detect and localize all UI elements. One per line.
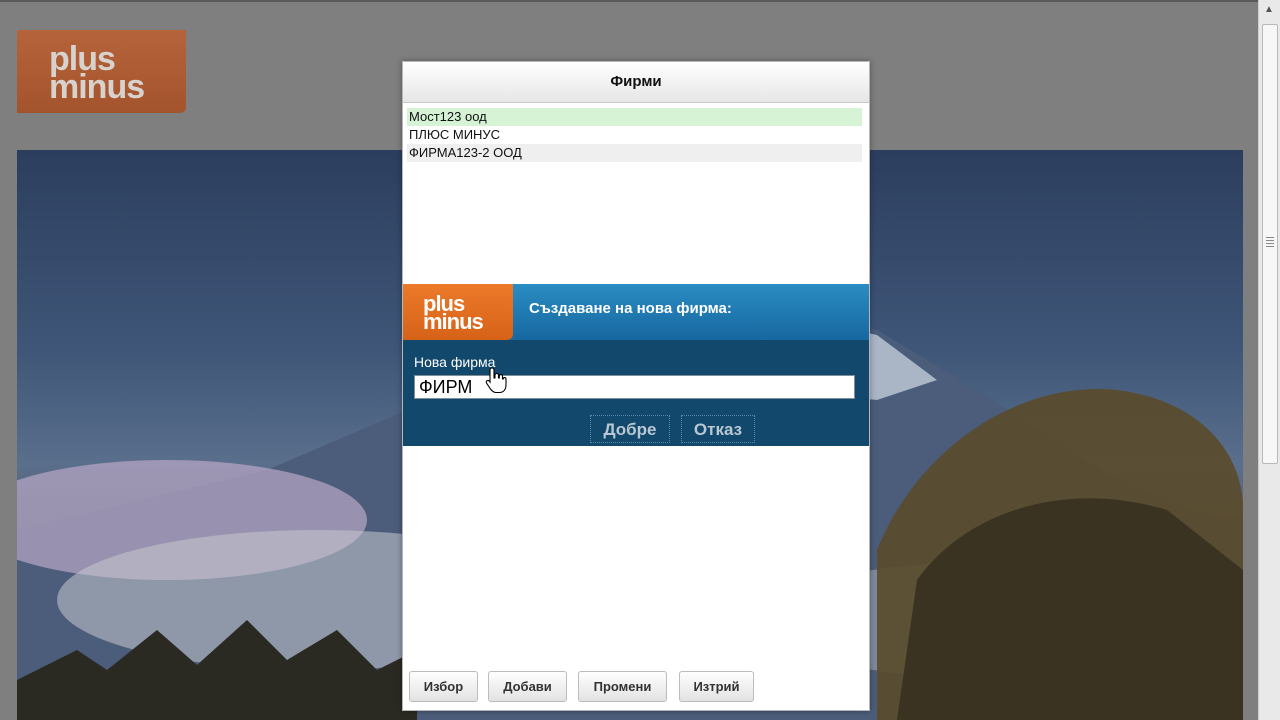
- scroll-up-arrow-icon[interactable]: ▲: [1262, 3, 1276, 17]
- companies-dialog: Фирми Мост123 оод ПЛЮС МИНУС ФИРМА123-2 …: [402, 61, 870, 711]
- grip-icon: [1266, 237, 1274, 247]
- ok-button[interactable]: Добре: [590, 415, 670, 443]
- select-button[interactable]: Избор: [409, 671, 478, 702]
- edit-button[interactable]: Промени: [578, 671, 667, 702]
- create-company-panel-header: plus minus Създаване на нова фирма:: [403, 284, 869, 340]
- list-item[interactable]: Мост123 оод: [407, 108, 862, 126]
- company-list: Мост123 оод ПЛЮС МИНУС ФИРМА123-2 ООД: [407, 108, 862, 162]
- background-logo-line2: minus: [49, 68, 145, 106]
- scrollbar-thumb[interactable]: [1262, 24, 1278, 464]
- delete-button[interactable]: Изтрий: [679, 671, 754, 702]
- list-item[interactable]: ПЛЮС МИНУС: [407, 126, 862, 144]
- hand-cursor-icon: [485, 367, 507, 394]
- dialog-title: Фирми: [403, 62, 869, 103]
- browser-top-border: [0, 0, 1280, 2]
- new-company-input[interactable]: [414, 375, 855, 399]
- create-company-panel: plus minus Създаване на нова фирма: Нова…: [403, 284, 869, 446]
- page-scrollbar[interactable]: ▲: [1258, 0, 1280, 720]
- panel-logo-line2: minus: [423, 309, 484, 334]
- cancel-button[interactable]: Отказ: [681, 415, 755, 443]
- new-company-label: Нова фирма: [414, 354, 496, 370]
- add-button[interactable]: Добави: [488, 671, 567, 702]
- background-logo: plus minus: [17, 30, 186, 113]
- create-company-title: Създаване на нова фирма:: [529, 300, 732, 317]
- list-item[interactable]: ФИРМА123-2 ООД: [407, 144, 862, 162]
- panel-logo: plus minus: [403, 284, 513, 340]
